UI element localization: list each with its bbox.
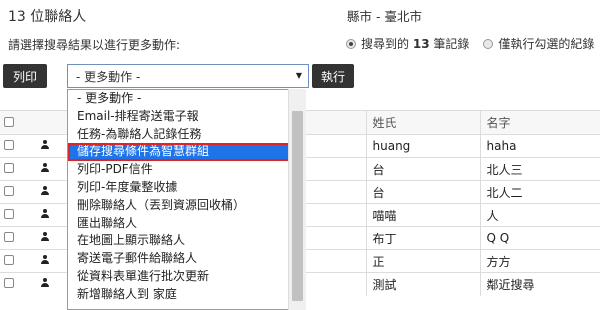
person-icon bbox=[40, 163, 50, 173]
cell-last-name[interactable]: 測試 bbox=[365, 272, 480, 296]
more-actions-select-value: - 更多動作 - bbox=[76, 69, 141, 84]
cell-first-name[interactable]: Q Q bbox=[479, 226, 600, 250]
row-checkbox[interactable] bbox=[4, 140, 14, 150]
chevron-down-icon: ▼ bbox=[295, 71, 302, 80]
cell-last-name[interactable]: 台 bbox=[365, 157, 480, 181]
row-checkbox[interactable] bbox=[4, 163, 14, 173]
dropdown-option[interactable]: 從資料表單進行批次更新 bbox=[68, 268, 305, 286]
cell-last-name[interactable]: huang bbox=[365, 134, 480, 158]
dropdown-option[interactable]: 刪除聯絡人（丟到資源回收桶） bbox=[68, 197, 305, 215]
dropdown-option[interactable]: 匯出聯絡人 bbox=[68, 215, 305, 233]
radio-checked-label: 僅執行勾選的紀錄 bbox=[498, 37, 595, 51]
row-checkbox[interactable] bbox=[4, 209, 14, 219]
person-icon bbox=[40, 232, 50, 242]
radio-checked-records[interactable] bbox=[483, 38, 494, 49]
person-icon bbox=[40, 255, 50, 265]
column-header-last-name[interactable]: 姓氏 bbox=[365, 110, 480, 135]
city-filter-label: 縣市 - 臺北市 bbox=[347, 9, 422, 24]
cell-last-name[interactable]: 布丁 bbox=[365, 226, 480, 250]
row-checkbox[interactable] bbox=[4, 186, 14, 196]
radio-all-records[interactable] bbox=[346, 38, 356, 49]
dropdown-option[interactable]: 列印-PDF信件 bbox=[68, 161, 305, 179]
page-title: 13 位聯絡人 bbox=[8, 9, 87, 25]
dropdown-option[interactable]: - 更多動作 - bbox=[68, 90, 305, 108]
dropdown-option[interactable]: 新增聯絡人到 家庭 bbox=[68, 286, 305, 304]
cell-first-name[interactable]: 人 bbox=[479, 203, 600, 227]
scrollbar-thumb[interactable] bbox=[292, 111, 303, 301]
dropdown-option[interactable]: 寄送電子郵件給聯絡人 bbox=[68, 250, 305, 268]
more-actions-select[interactable]: - 更多動作 - ▼ bbox=[67, 64, 309, 88]
cell-first-name[interactable]: 北人三 bbox=[479, 157, 600, 181]
dropdown-option-highlighted[interactable]: 儲存搜尋條件為智慧群組 bbox=[68, 143, 305, 162]
select-all-checkbox[interactable] bbox=[4, 116, 14, 127]
row-checkbox[interactable] bbox=[4, 232, 14, 242]
instruction-text: 請選擇搜尋結果以進行更多動作: bbox=[8, 38, 181, 52]
person-icon bbox=[40, 209, 50, 219]
person-icon bbox=[40, 140, 50, 150]
column-header-first-name[interactable]: 名字 bbox=[479, 110, 600, 135]
cell-last-name[interactable]: 喵喵 bbox=[365, 203, 480, 227]
more-actions-dropdown: - 更多動作 - Email-排程寄送電子報 任務-為聯絡人記錄任務 儲存搜尋條… bbox=[67, 89, 306, 310]
person-icon bbox=[40, 186, 50, 196]
print-button[interactable]: 列印 bbox=[3, 64, 47, 88]
cell-first-name[interactable]: haha bbox=[479, 134, 600, 158]
dropdown-scrollbar[interactable] bbox=[288, 89, 306, 310]
row-checkbox[interactable] bbox=[4, 255, 14, 265]
dropdown-option[interactable]: Email-排程寄送電子報 bbox=[68, 108, 305, 126]
cell-first-name[interactable]: 北人二 bbox=[479, 180, 600, 204]
cell-first-name[interactable]: 方方 bbox=[479, 249, 600, 273]
dropdown-option[interactable]: 列印-年度彙整收據 bbox=[68, 179, 305, 197]
cell-first-name[interactable]: 鄰近搜尋 bbox=[479, 272, 600, 296]
row-checkbox[interactable] bbox=[4, 278, 14, 289]
radio-all-label: 搜尋到的 13 筆記錄 bbox=[361, 37, 470, 51]
execute-button[interactable]: 執行 bbox=[312, 64, 354, 88]
person-icon bbox=[40, 278, 50, 288]
cell-last-name[interactable]: 正 bbox=[365, 249, 480, 273]
selection-radio-group: 搜尋到的 13 筆記錄 僅執行勾選的紀錄 bbox=[346, 35, 594, 52]
dropdown-option[interactable]: 在地圖上顯示聯絡人 bbox=[68, 232, 305, 250]
cell-last-name[interactable]: 台 bbox=[365, 180, 480, 204]
dropdown-option[interactable]: 任務-為聯絡人記錄任務 bbox=[68, 126, 305, 144]
